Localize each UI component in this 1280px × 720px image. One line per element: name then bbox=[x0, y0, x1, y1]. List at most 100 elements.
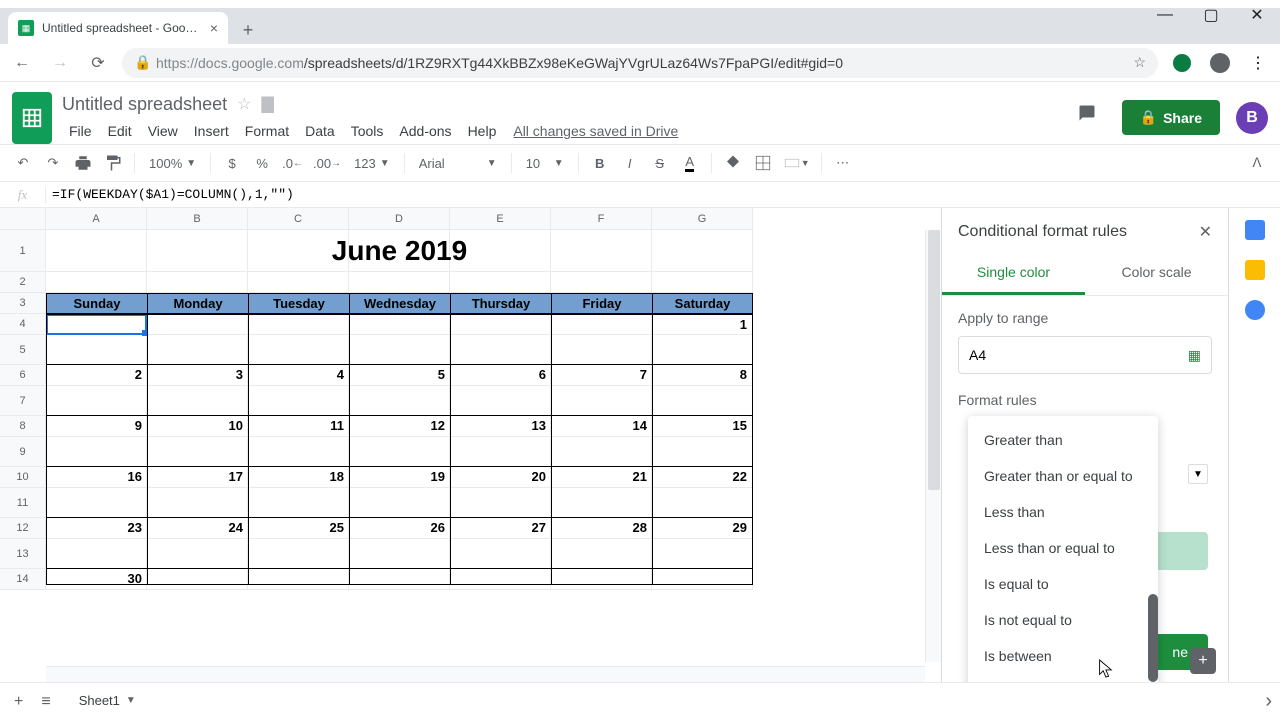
select-all-corner[interactable] bbox=[0, 208, 46, 230]
close-tab-icon[interactable]: × bbox=[210, 20, 218, 36]
calendar-cell[interactable] bbox=[349, 314, 450, 365]
col-header-A[interactable]: A bbox=[46, 208, 147, 230]
row-header-3[interactable]: 3 bbox=[0, 293, 46, 314]
strikethrough-button[interactable]: S bbox=[647, 150, 673, 176]
reload-button[interactable]: ⟳ bbox=[84, 49, 112, 77]
sheet-tab-1[interactable]: Sheet1▼ bbox=[65, 685, 150, 718]
window-close-button[interactable]: ✕ bbox=[1234, 0, 1280, 30]
keep-addon-icon[interactable] bbox=[1245, 260, 1265, 280]
increase-decimal-button[interactable]: .00→ bbox=[310, 150, 344, 176]
move-folder-icon[interactable]: ▇ bbox=[261, 94, 273, 114]
calendar-cell[interactable]: 21 bbox=[551, 467, 652, 518]
share-button[interactable]: 🔒Share bbox=[1122, 100, 1220, 135]
add-sheet-button[interactable]: + bbox=[10, 689, 27, 715]
condition-option[interactable]: Less than or equal to bbox=[968, 530, 1158, 566]
calendar-cell[interactable]: 4 bbox=[248, 365, 349, 416]
sheets-logo[interactable] bbox=[12, 92, 52, 144]
col-header-B[interactable]: B bbox=[147, 208, 248, 230]
calendar-cell[interactable]: 3 bbox=[147, 365, 248, 416]
condition-option[interactable]: Is not equal to bbox=[968, 602, 1158, 638]
menu-help[interactable]: Help bbox=[461, 119, 504, 143]
col-header-F[interactable]: F bbox=[551, 208, 652, 230]
row-header-7[interactable]: 7 bbox=[0, 386, 46, 416]
star-doc-icon[interactable]: ☆ bbox=[237, 94, 251, 114]
forward-button[interactable]: → bbox=[46, 49, 74, 77]
calendar-cell[interactable] bbox=[248, 314, 349, 365]
row-header-6[interactable]: 6 bbox=[0, 365, 46, 386]
all-sheets-button[interactable]: ≡ bbox=[37, 689, 54, 715]
explore-button[interactable]: › bbox=[1265, 690, 1272, 713]
calendar-cell[interactable]: 28 bbox=[551, 518, 652, 569]
formula-input[interactable]: =IF(WEEKDAY($A1)=COLUMN(),1,"") bbox=[46, 187, 294, 202]
address-bar[interactable]: 🔒 https://docs.google.com/spreadsheets/d… bbox=[122, 48, 1158, 78]
calendar-cell[interactable]: 9 bbox=[46, 416, 147, 467]
single-color-tab[interactable]: Single color bbox=[942, 254, 1085, 295]
row-header-4[interactable]: 4 bbox=[0, 314, 46, 335]
window-minimize-button[interactable]: — bbox=[1142, 0, 1188, 30]
doc-title[interactable]: Untitled spreadsheet bbox=[62, 94, 227, 115]
col-header-E[interactable]: E bbox=[450, 208, 551, 230]
calendar-cell[interactable]: 14 bbox=[551, 416, 652, 467]
calendar-cell[interactable] bbox=[147, 314, 248, 365]
row-header-1[interactable]: 1 bbox=[0, 230, 46, 272]
tasks-addon-icon[interactable] bbox=[1245, 300, 1265, 320]
col-header-G[interactable]: G bbox=[652, 208, 753, 230]
condition-option[interactable]: Less than bbox=[968, 494, 1158, 530]
calendar-cell[interactable]: 12 bbox=[349, 416, 450, 467]
horizontal-scrollbar[interactable] bbox=[46, 666, 925, 682]
calendar-cell[interactable]: 10 bbox=[147, 416, 248, 467]
menu-view[interactable]: View bbox=[141, 119, 185, 143]
calendar-cell[interactable] bbox=[450, 314, 551, 365]
chrome-menu-button[interactable]: ⋮ bbox=[1244, 49, 1272, 77]
row-header-14[interactable]: 14 bbox=[0, 569, 46, 590]
col-header-D[interactable]: D bbox=[349, 208, 450, 230]
undo-button[interactable]: ↶ bbox=[10, 150, 36, 176]
dropdown-scrollbar[interactable] bbox=[1148, 594, 1158, 682]
menu-data[interactable]: Data bbox=[298, 119, 342, 143]
condition-option[interactable]: Greater than bbox=[968, 422, 1158, 458]
redo-button[interactable]: ↷ bbox=[40, 150, 66, 176]
calendar-cell[interactable]: 13 bbox=[450, 416, 551, 467]
window-maximize-button[interactable]: ▢ bbox=[1188, 0, 1234, 30]
calendar-cell[interactable]: 30 bbox=[46, 569, 147, 585]
menu-format[interactable]: Format bbox=[238, 119, 296, 143]
calendar-cell[interactable]: 20 bbox=[450, 467, 551, 518]
condition-option[interactable]: Is not between bbox=[968, 674, 1158, 682]
calendar-cell[interactable] bbox=[652, 569, 753, 585]
calendar-cell[interactable]: 25 bbox=[248, 518, 349, 569]
calendar-cell[interactable]: 24 bbox=[147, 518, 248, 569]
calendar-cell[interactable]: 26 bbox=[349, 518, 450, 569]
more-toolbar-button[interactable]: ⋯ bbox=[830, 150, 856, 176]
calendar-cell[interactable]: 19 bbox=[349, 467, 450, 518]
account-avatar[interactable]: B bbox=[1236, 102, 1268, 134]
currency-button[interactable]: $ bbox=[219, 150, 245, 176]
col-header-C[interactable]: C bbox=[248, 208, 349, 230]
menu-insert[interactable]: Insert bbox=[187, 119, 236, 143]
calendar-cell[interactable] bbox=[551, 314, 652, 365]
menu-edit[interactable]: Edit bbox=[101, 119, 139, 143]
calendar-cell[interactable]: 6 bbox=[450, 365, 551, 416]
save-status[interactable]: All changes saved in Drive bbox=[513, 123, 678, 139]
close-panel-button[interactable]: ✕ bbox=[1199, 222, 1212, 242]
row-header-8[interactable]: 8 bbox=[0, 416, 46, 437]
calendar-cell[interactable]: 17 bbox=[147, 467, 248, 518]
calendar-cell[interactable]: 2 bbox=[46, 365, 147, 416]
borders-button[interactable] bbox=[750, 150, 776, 176]
calendar-cell[interactable]: 29 bbox=[652, 518, 753, 569]
bold-button[interactable]: B bbox=[587, 150, 613, 176]
calendar-cell[interactable]: 23 bbox=[46, 518, 147, 569]
calendar-cell[interactable]: 16 bbox=[46, 467, 147, 518]
calendar-cell[interactable]: 5 bbox=[349, 365, 450, 416]
percent-button[interactable]: % bbox=[249, 150, 275, 176]
back-button[interactable]: ← bbox=[8, 49, 36, 77]
calendar-cell[interactable]: 11 bbox=[248, 416, 349, 467]
new-tab-button[interactable]: + bbox=[234, 16, 262, 44]
calendar-cell[interactable]: 22 bbox=[652, 467, 753, 518]
row-header-11[interactable]: 11 bbox=[0, 488, 46, 518]
menu-add-ons[interactable]: Add-ons bbox=[392, 119, 458, 143]
calendar-cell[interactable]: 27 bbox=[450, 518, 551, 569]
print-button[interactable] bbox=[70, 150, 96, 176]
calendar-cell[interactable]: 15 bbox=[652, 416, 753, 467]
row-header-2[interactable]: 2 bbox=[0, 272, 46, 293]
add-rule-button[interactable]: + bbox=[1190, 648, 1216, 674]
